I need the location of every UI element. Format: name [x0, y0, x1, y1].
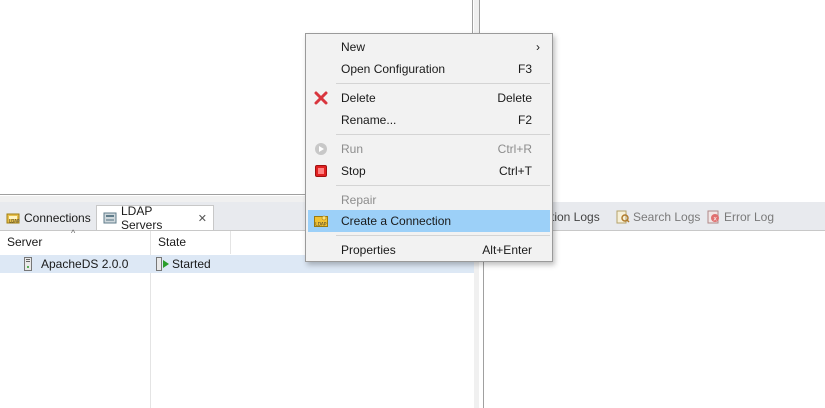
- menu-separator: [336, 185, 550, 186]
- error-log-icon: x: [707, 210, 721, 224]
- menu-separator: [336, 235, 550, 236]
- menu-item-stop[interactable]: Stop Ctrl+T: [308, 160, 550, 182]
- started-icon: [156, 257, 170, 271]
- menu-item-repair[interactable]: Repair: [308, 189, 550, 211]
- tab-error-log[interactable]: x Error Log: [707, 208, 774, 226]
- submenu-arrow-icon: ›: [536, 40, 540, 54]
- sort-ascending-icon: ^: [71, 228, 76, 238]
- tab-search-logs-label: Search Logs: [633, 210, 701, 224]
- column-header-state[interactable]: State: [151, 231, 231, 254]
- svg-text:x: x: [713, 216, 717, 223]
- menu-item-create-connection[interactable]: LDAP Create a Connection: [308, 210, 550, 232]
- tab-error-log-label: Error Log: [724, 210, 775, 224]
- tab-modification-logs[interactable]: tion Logs: [551, 208, 600, 226]
- tab-connections[interactable]: LDAP Connections: [0, 205, 96, 230]
- server-state: Started: [172, 257, 211, 271]
- menu-separator: [336, 134, 550, 135]
- server-icon: [24, 257, 32, 271]
- tab-ldap-servers-label: LDAP Servers: [121, 204, 163, 232]
- tab-modification-logs-label: tion Logs: [551, 210, 600, 224]
- run-icon: [314, 142, 328, 156]
- tab-connections-label: Connections: [24, 210, 91, 225]
- menu-item-rename[interactable]: Rename... F2: [308, 109, 550, 131]
- close-icon[interactable]: ✕: [198, 212, 207, 225]
- column-header-server[interactable]: Server: [0, 231, 151, 254]
- stop-icon: [314, 164, 328, 178]
- tab-search-logs[interactable]: Search Logs: [616, 208, 700, 226]
- ldap-servers-icon: [103, 211, 117, 225]
- menu-item-properties[interactable]: Properties Alt+Enter: [308, 239, 550, 261]
- connections-icon: LDAP: [6, 211, 20, 225]
- tab-ldap-servers[interactable]: LDAP Servers ✕: [96, 204, 214, 232]
- ldap-connection-icon: LDAP: [314, 214, 328, 228]
- svg-text:LDAP: LDAP: [315, 222, 327, 228]
- server-name: ApacheDS 2.0.0: [41, 257, 129, 271]
- menu-item-new[interactable]: New ›: [308, 36, 550, 58]
- column-divider: [150, 254, 151, 408]
- menu-item-open-configuration[interactable]: Open Configuration F3: [308, 58, 550, 80]
- context-menu: New › Open Configuration F3 Delete Delet…: [305, 33, 553, 262]
- menu-separator: [336, 83, 550, 84]
- svg-text:LDAP: LDAP: [9, 218, 20, 223]
- menu-item-delete[interactable]: Delete Delete: [308, 87, 550, 109]
- search-logs-icon: [616, 210, 630, 224]
- delete-x-icon: [314, 91, 328, 105]
- menu-item-run[interactable]: Run Ctrl+R: [308, 138, 550, 160]
